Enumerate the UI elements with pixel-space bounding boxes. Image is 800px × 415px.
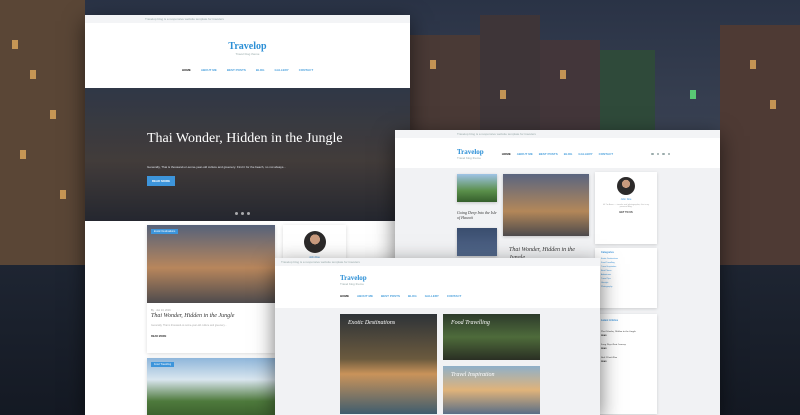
- social-icon: [651, 152, 654, 156]
- featured-image[interactable]: [503, 174, 589, 236]
- logo[interactable]: Travelop Travel blog theme: [275, 274, 600, 286]
- category-card-inspiration[interactable]: Travel Inspiration: [443, 366, 540, 414]
- nav-contact[interactable]: CONTACT: [599, 152, 613, 156]
- category-card-food[interactable]: Food Travelling: [443, 314, 540, 360]
- social-icons[interactable]: [651, 152, 671, 156]
- window-light: [500, 90, 506, 99]
- nav-about[interactable]: ABOUT ME: [517, 152, 533, 156]
- window-light: [750, 60, 756, 69]
- hero-subtitle: Generally, Thai is thousand-or-some-year…: [147, 165, 286, 169]
- social-icon: [662, 152, 665, 156]
- post-title[interactable]: Going Deep Into the Isle of Hawaii: [457, 210, 499, 220]
- slider-dots[interactable]: [235, 212, 250, 215]
- window-light: [430, 60, 436, 69]
- main-nav: HOME ABOUT ME BEST POSTS BLOG GALLERY CO…: [85, 68, 410, 72]
- latest-article[interactable]: Thai Wonder, Hidden in the Jungle: [595, 324, 657, 333]
- top-strip: Travelop blog is a responsive website te…: [85, 15, 410, 23]
- logo-tagline: Travel blog theme: [235, 52, 260, 56]
- header: Travelop Travel blog theme HOME ABOUT ME…: [395, 138, 720, 160]
- top-strip: Travelop blog is a responsive website te…: [395, 130, 720, 138]
- window-light: [560, 70, 566, 79]
- social-icon: [656, 152, 660, 156]
- social-icon: [667, 152, 671, 156]
- nav-gallery[interactable]: GALLERY: [578, 152, 592, 156]
- nav-best-posts[interactable]: BEST POSTS: [539, 152, 558, 156]
- author-more-link[interactable]: GET TO US: [595, 211, 657, 214]
- window-light: [20, 150, 26, 159]
- category-tag[interactable]: Exotic Destinations: [151, 229, 179, 234]
- post-image: Exotic Destinations: [147, 225, 275, 303]
- author-bio: Hi! I'm Anna — traveler and photographer…: [602, 204, 650, 208]
- nav-blog[interactable]: BLOG: [408, 294, 417, 298]
- nav-about[interactable]: ABOUT ME: [357, 294, 373, 298]
- nav-gallery[interactable]: GALLERY: [275, 68, 289, 72]
- category-tag[interactable]: Food Travelling: [151, 362, 175, 367]
- post-thumbnail[interactable]: [457, 228, 497, 256]
- window-light: [60, 190, 66, 199]
- main-nav: HOME ABOUT ME BEST POSTS BLOG GALLERY CO…: [502, 152, 613, 156]
- latest-article[interactable]: Bali Climb Blue: [595, 350, 657, 359]
- content-area: Exotic Destinations Food Travelling Trav…: [275, 308, 600, 415]
- logo[interactable]: Travelop Travel blog theme: [457, 148, 484, 160]
- latest-articles-widget: Latest Articles Thai Wonder, Hidden in t…: [595, 314, 657, 414]
- logo-tagline: Travel blog theme: [457, 156, 481, 160]
- building: [720, 25, 800, 265]
- main-nav: HOME ABOUT ME BEST POSTS BLOG GALLERY CO…: [275, 294, 600, 298]
- hero-title: Thai Wonder, Hidden in the Jungle: [147, 131, 343, 146]
- window-light: [770, 100, 776, 109]
- post-excerpt: Generally, Thai is thousand-or-some-year…: [151, 324, 227, 327]
- nav-home[interactable]: HOME: [182, 68, 191, 72]
- category-card-exotic[interactable]: Exotic Destinations: [340, 314, 437, 414]
- author-widget: John Doe Hi! I'm Anna — traveler and pho…: [595, 172, 657, 244]
- avatar: [303, 231, 326, 253]
- nav-contact[interactable]: CONTACT: [299, 68, 313, 72]
- read-more-button[interactable]: READ MORE: [147, 176, 175, 186]
- logo[interactable]: Travelop Travel blog theme: [85, 41, 410, 56]
- nav-contact[interactable]: CONTACT: [447, 294, 461, 298]
- window-light: [30, 70, 36, 79]
- post-card[interactable]: Exotic Destinations By · Jun 13, 2016 Th…: [147, 225, 275, 353]
- logo-tagline: Travel blog theme: [340, 282, 364, 286]
- read-more-link[interactable]: READ MORE: [147, 332, 275, 341]
- category-link[interactable]: Photography: [595, 285, 657, 289]
- categories-widget: Categories Exotic Destinations Food Trav…: [595, 248, 657, 308]
- logo-text: Travelop: [228, 41, 267, 52]
- nav-home[interactable]: HOME: [502, 152, 511, 156]
- post-thumbnail[interactable]: [457, 174, 497, 202]
- nav-blog[interactable]: BLOG: [564, 152, 573, 156]
- nav-best-posts[interactable]: BEST POSTS: [227, 68, 246, 72]
- post-image: Food Travelling: [147, 358, 275, 415]
- post-meta: By · Jun 13, 2016: [151, 309, 171, 312]
- window-light: [50, 110, 56, 119]
- post-card[interactable]: Food Travelling: [147, 358, 275, 415]
- nav-best-posts[interactable]: BEST POSTS: [381, 294, 400, 298]
- nav-gallery[interactable]: GALLERY: [425, 294, 439, 298]
- read-link[interactable]: READ: [595, 359, 657, 363]
- logo-text: Travelop: [457, 148, 484, 156]
- window-light: [12, 40, 18, 49]
- logo-text: Travelop: [340, 274, 367, 282]
- hero-slider: Thai Wonder, Hidden in the Jungle Genera…: [85, 88, 410, 221]
- avatar: [617, 177, 635, 195]
- nav-home[interactable]: HOME: [340, 294, 349, 298]
- latest-article[interactable]: Long Days Boat Journey: [595, 337, 657, 346]
- widget-title: Categories: [601, 251, 614, 254]
- mockup-categories: Travelop blog is a responsive website te…: [275, 258, 600, 415]
- nav-blog[interactable]: BLOG: [256, 68, 265, 72]
- top-strip: Travelop blog is a responsive website te…: [275, 258, 600, 266]
- widget-title: Latest Articles: [601, 319, 619, 322]
- nav-about[interactable]: ABOUT ME: [201, 68, 217, 72]
- window-light: [690, 90, 696, 99]
